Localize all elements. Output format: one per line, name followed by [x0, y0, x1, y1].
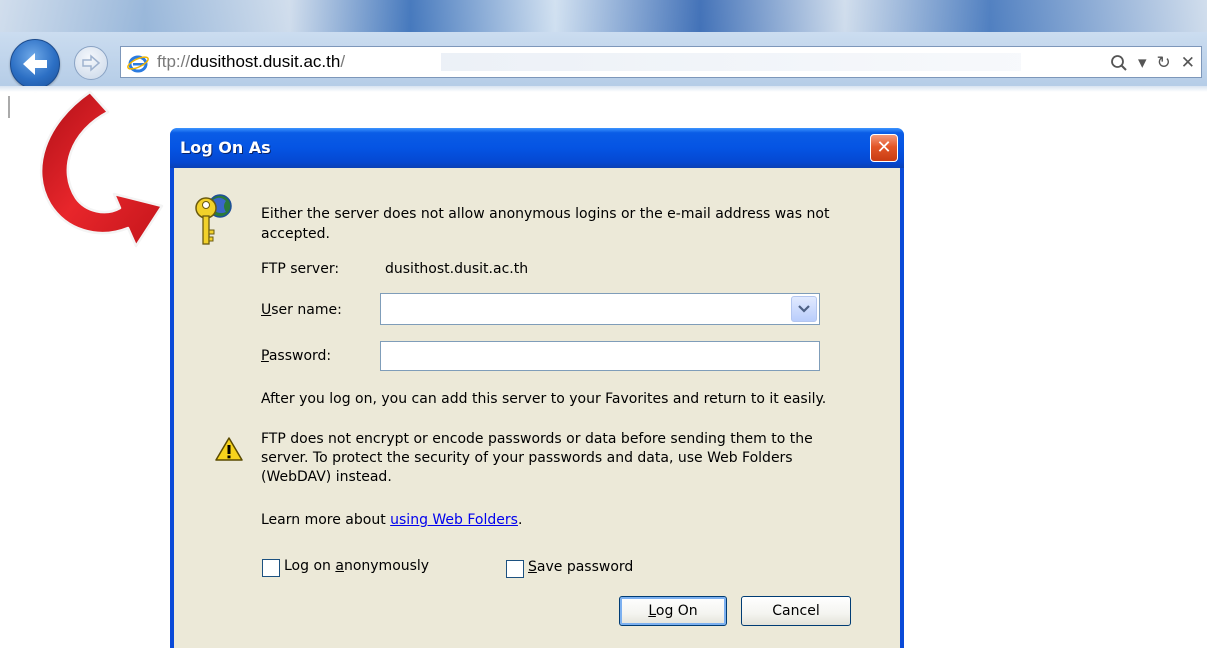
url-path: / [340, 52, 346, 71]
password-accesskey: P [261, 348, 269, 364]
password-label-text: assword: [268, 348, 332, 364]
close-button[interactable]: ✕ [870, 134, 898, 162]
address-tools: ▾ ↻ ✕ [1110, 52, 1195, 74]
page-edge-line [8, 96, 10, 118]
save-password-label[interactable]: Save password [528, 559, 633, 575]
dialog-titlebar[interactable]: Log On As ✕ [170, 128, 904, 168]
refresh-icon[interactable]: ↻ [1157, 53, 1171, 73]
learn-more-suffix: . [517, 512, 523, 528]
learn-more-prefix: Learn more about [261, 512, 391, 528]
log-on-anonymously-label[interactable]: Log on anonymously [284, 558, 429, 574]
warning-text-line-1: FTP does not encrypt or encode passwords… [261, 431, 813, 447]
search-dropdown-icon[interactable]: ▾ [1138, 53, 1147, 73]
save-label-post: ave password [536, 559, 634, 575]
anon-accesskey: a [335, 558, 344, 574]
forward-arrow-icon [82, 54, 101, 72]
intro-text-line-1: Either the server does not allow anonymo… [261, 206, 830, 222]
red-curved-arrow-icon [40, 90, 164, 248]
back-button[interactable] [10, 39, 60, 89]
log-on-button[interactable]: Log On [619, 596, 727, 626]
log-on-as-dialog: Log On As ✕ Either the server does not a… [170, 128, 904, 648]
stop-icon[interactable]: ✕ [1181, 53, 1195, 73]
save-accesskey: S [528, 559, 537, 575]
key-globe-icon [195, 194, 232, 245]
user-name-label-text: ser name: [271, 302, 342, 318]
learn-more-text: Learn more about using Web Folders. [261, 512, 522, 528]
after-logon-text: After you log on, you can add this serve… [261, 391, 827, 407]
intro-text-line-2: accepted. [261, 226, 330, 242]
tab-strip-background [0, 0, 1207, 32]
web-folders-link[interactable]: using Web Folders [390, 512, 518, 528]
password-label: Password: [261, 348, 331, 364]
save-password-checkbox[interactable] [506, 560, 524, 578]
blurred-tabs-background [441, 53, 1021, 71]
anon-label-pre: Log on [284, 558, 336, 574]
log-on-accesskey: L [648, 603, 656, 619]
password-field[interactable] [380, 341, 820, 371]
cancel-button[interactable]: Cancel [741, 596, 851, 626]
log-on-button-text: og On [655, 603, 698, 619]
dialog-title: Log On As [180, 138, 271, 157]
user-name-accesskey: U [261, 302, 272, 318]
warning-text-line-3: (WebDAV) instead. [261, 469, 392, 485]
ftp-server-label: FTP server: [261, 261, 340, 277]
dialog-body: Either the server does not allow anonymo… [174, 168, 900, 648]
user-name-dropdown-button[interactable] [791, 296, 817, 322]
user-name-label: User name: [261, 302, 342, 318]
forward-button[interactable] [74, 46, 108, 80]
toolbar-shadow [0, 86, 1207, 92]
browser-toolbar: ftp://dusithost.dusit.ac.th/ ▾ ↻ ✕ [0, 0, 1207, 92]
chevron-down-icon [798, 305, 810, 313]
ie-page-icon [127, 55, 149, 73]
ftp-server-value: dusithost.dusit.ac.th [385, 261, 529, 277]
user-name-combobox[interactable] [380, 293, 820, 325]
address-url[interactable]: ftp://dusithost.dusit.ac.th/ [157, 52, 345, 72]
warning-text-line-2: server. To protect the security of your … [261, 450, 793, 466]
back-arrow-icon [23, 53, 47, 75]
anon-label-post: nonymously [343, 558, 430, 574]
address-bar[interactable]: ftp://dusithost.dusit.ac.th/ ▾ ↻ ✕ [120, 46, 1202, 78]
log-on-anonymously-checkbox[interactable] [262, 559, 280, 577]
search-icon[interactable] [1110, 54, 1128, 72]
warning-icon [215, 437, 243, 461]
url-scheme: ftp:// [157, 52, 191, 71]
url-host: dusithost.dusit.ac.th [190, 52, 341, 71]
